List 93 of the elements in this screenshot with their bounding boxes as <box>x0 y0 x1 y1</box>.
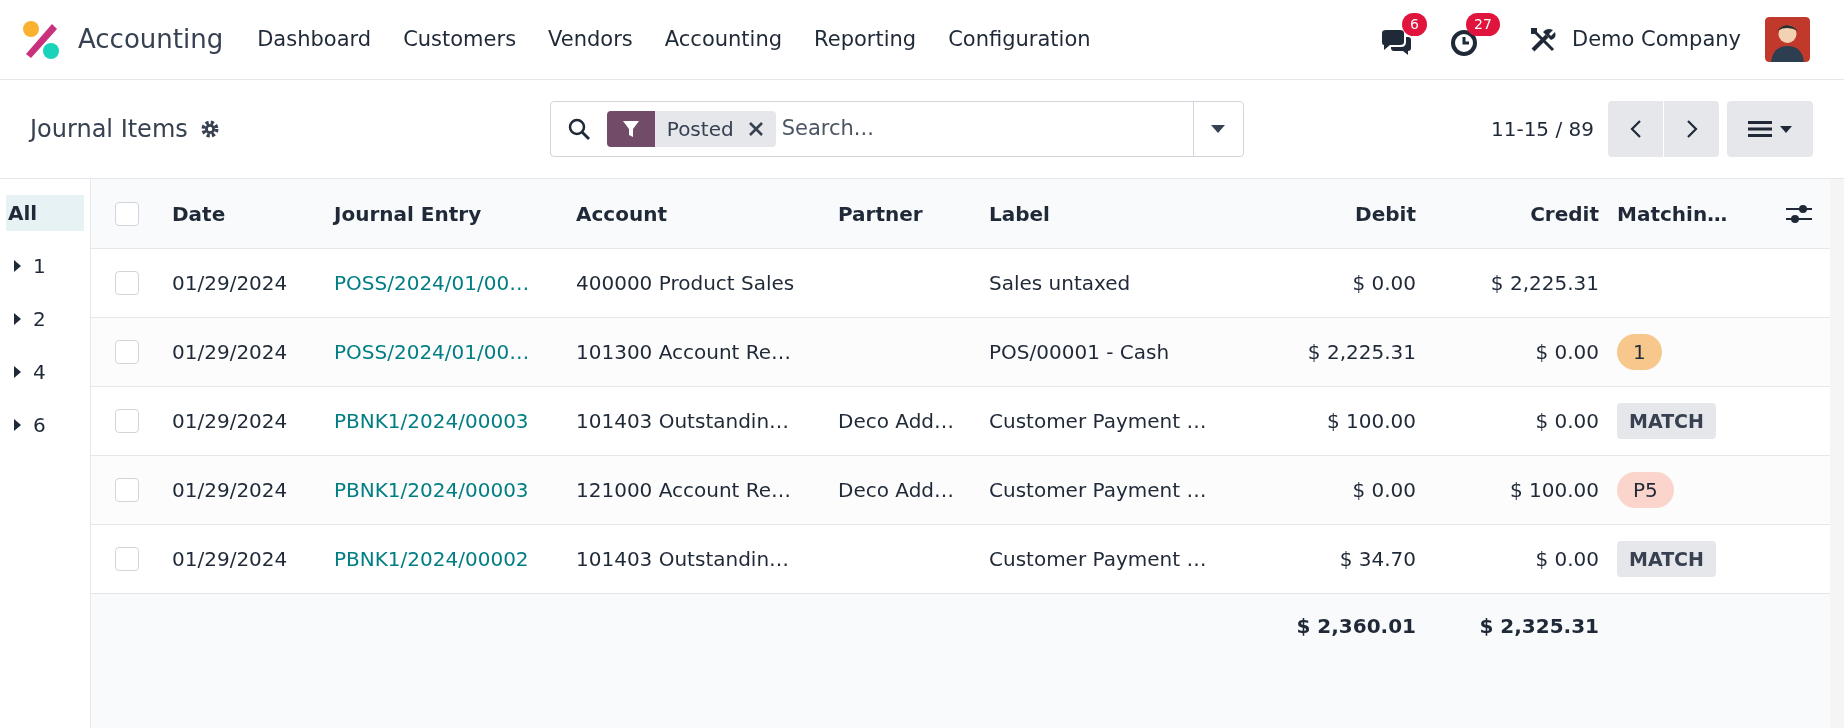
matching-badge: P5 <box>1617 472 1674 508</box>
row-checkbox[interactable] <box>115 340 139 364</box>
list-icon <box>1748 120 1772 138</box>
debit-cell: $ 0.00 <box>1352 271 1416 295</box>
column-header[interactable]: Partner <box>838 201 923 226</box>
row-checkbox[interactable] <box>115 271 139 295</box>
menu-item[interactable]: Reporting <box>798 23 933 56</box>
column-header[interactable]: Credit <box>1530 201 1599 226</box>
date-cell: 01/29/2024 <box>172 409 288 433</box>
row-checkbox[interactable] <box>115 201 139 226</box>
caret-right-icon <box>14 419 21 431</box>
journal-entry-link[interactable]: PBNK1/2024/00003 <box>334 478 529 502</box>
scrollbar[interactable] <box>1830 179 1844 728</box>
label-cell: Sales untaxed <box>989 271 1131 295</box>
account-cell: 101403 Outstandin… <box>576 409 790 433</box>
caret-right-icon <box>14 313 21 325</box>
menu-item[interactable]: Accounting <box>648 23 799 56</box>
debit-cell: $ 2,225.31 <box>1307 340 1416 364</box>
sidebar-item[interactable]: 2 <box>6 301 84 337</box>
date-cell: 01/29/2024 <box>172 340 288 364</box>
caret-icon <box>1780 125 1792 133</box>
sidebar-item[interactable]: All <box>6 195 84 231</box>
search-icon[interactable] <box>566 117 591 141</box>
journal-entry-link[interactable]: POSS/2024/01/00… <box>334 271 530 295</box>
filter-icon <box>621 120 640 138</box>
app-logo-icon[interactable] <box>22 19 60 60</box>
column-header[interactable]: Debit <box>1355 201 1416 226</box>
page-title: Journal Items <box>30 114 188 145</box>
column-header[interactable]: Journal Entry <box>334 201 482 226</box>
app-name[interactable]: Accounting <box>78 20 224 59</box>
debit-cell: $ 0.00 <box>1352 478 1416 502</box>
chevron-left-icon <box>1629 119 1642 139</box>
match-button[interactable]: MATCH <box>1617 402 1716 440</box>
user-avatar[interactable] <box>1765 17 1810 62</box>
chevron-right-icon <box>1685 119 1698 139</box>
account-cell: 121000 Account Re… <box>576 478 792 502</box>
credit-cell: $ 0.00 <box>1535 409 1599 433</box>
date-cell: 01/29/2024 <box>172 478 288 502</box>
credit-cell: $ 2,225.31 <box>1490 271 1599 295</box>
menu-item[interactable]: Configuration <box>932 23 1107 56</box>
row-checkbox[interactable] <box>115 478 139 502</box>
partner-cell: Deco Add… <box>838 478 954 502</box>
credit-total: $ 2,325.31 <box>1479 614 1599 638</box>
account-cell: 101403 Outstandin… <box>576 547 790 571</box>
account-cell: 400000 Product Sales <box>576 271 795 295</box>
column-header[interactable]: Date <box>172 201 226 226</box>
journal-entry-link[interactable]: POSS/2024/01/00… <box>334 340 530 364</box>
label-cell: Customer Payment … <box>989 478 1207 502</box>
activity-count-badge: 27 <box>1466 12 1500 36</box>
column-header[interactable]: Matchin… <box>1617 201 1728 226</box>
caret-icon <box>1211 125 1226 133</box>
date-cell: 01/29/2024 <box>172 271 288 295</box>
clock-icon[interactable] <box>1450 28 1478 57</box>
caret-right-icon <box>14 366 21 378</box>
account-cell: 101300 Account Re… <box>576 340 792 364</box>
debit-total: $ 2,360.01 <box>1296 614 1416 638</box>
row-checkbox[interactable] <box>115 409 139 433</box>
menu-item[interactable]: Customers <box>387 23 533 56</box>
credit-cell: $ 0.00 <box>1535 340 1599 364</box>
tools-icon[interactable] <box>1530 26 1556 53</box>
credit-cell: $ 0.00 <box>1535 547 1599 571</box>
message-count-badge: 6 <box>1402 12 1427 36</box>
menu-item[interactable]: Vendors <box>532 23 649 56</box>
chat-bubbles-icon[interactable] <box>1380 28 1412 57</box>
matching-badge: 1 <box>1617 334 1662 370</box>
column-header[interactable]: Account <box>576 201 667 226</box>
search-field[interactable]: Search... <box>781 113 1193 145</box>
journal-entry-link[interactable]: PBNK1/2024/00002 <box>334 547 529 571</box>
menu-item[interactable]: Dashboard <box>241 23 388 56</box>
sidebar-item[interactable]: 6 <box>6 407 84 443</box>
pager-value[interactable]: 11-15 / 89 <box>1490 114 1594 144</box>
company-name[interactable]: Demo Company <box>1572 23 1741 56</box>
column-header[interactable]: Label <box>989 201 1050 226</box>
journal-entry-link[interactable]: PBNK1/2024/00003 <box>334 409 529 433</box>
column-settings-icon[interactable] <box>1786 202 1812 225</box>
date-cell: 01/29/2024 <box>172 547 288 571</box>
partner-cell: Deco Add… <box>838 409 954 433</box>
debit-cell: $ 34.70 <box>1339 547 1416 571</box>
label-cell: Customer Payment … <box>989 409 1207 433</box>
row-checkbox[interactable] <box>115 547 139 571</box>
view-switcher-button[interactable] <box>1727 101 1813 157</box>
label-cell: Customer Payment … <box>989 547 1207 571</box>
debit-cell: $ 100.00 <box>1326 409 1416 433</box>
sidebar-item[interactable]: 4 <box>6 354 84 390</box>
facet-label: Posted <box>666 116 734 143</box>
close-icon[interactable] <box>747 121 764 137</box>
credit-cell: $ 100.00 <box>1509 478 1599 502</box>
settings-icon[interactable] <box>199 119 220 139</box>
sidebar-item[interactable]: 1 <box>6 248 84 284</box>
label-cell: POS/00001 - Cash <box>989 340 1170 364</box>
match-button[interactable]: MATCH <box>1617 540 1716 578</box>
caret-right-icon <box>14 260 21 272</box>
search-bar[interactable]: Posted Search... <box>549 101 1244 157</box>
